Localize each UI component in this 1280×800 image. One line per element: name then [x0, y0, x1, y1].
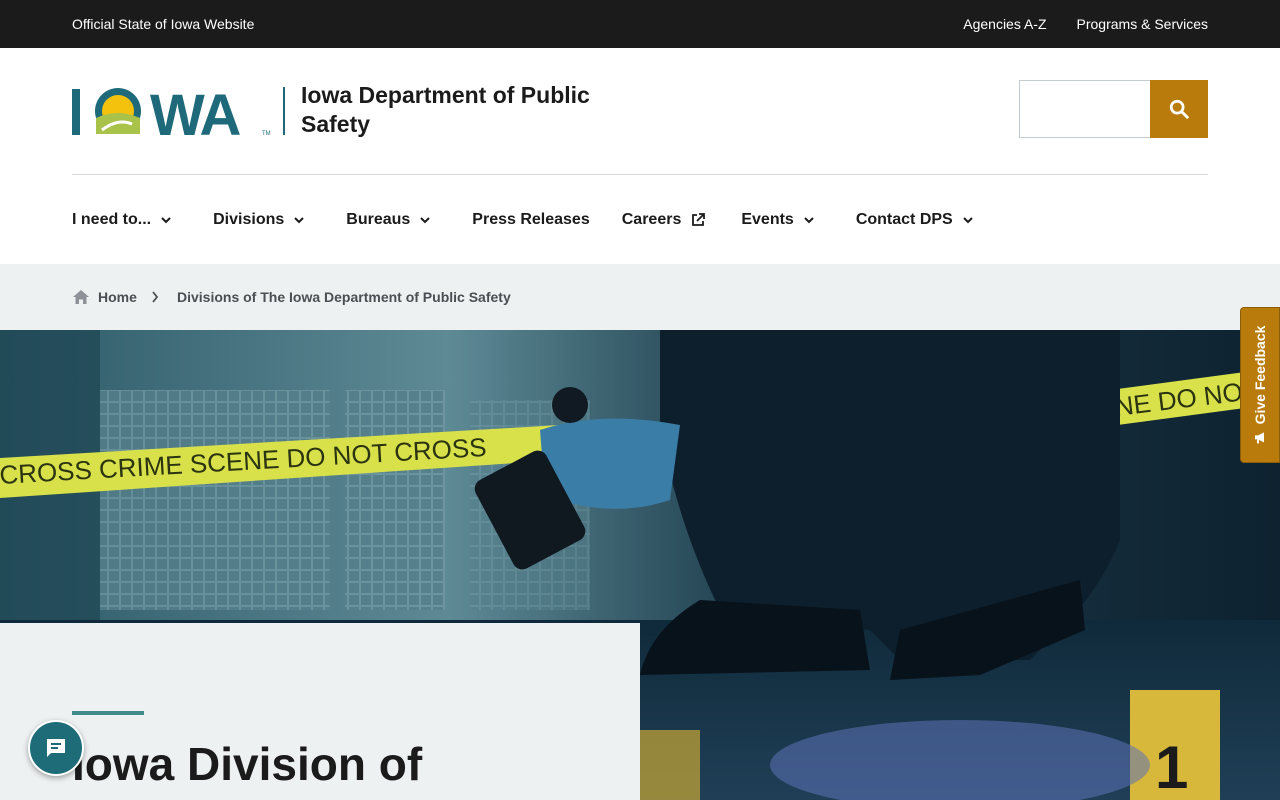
breadcrumb-current: Divisions of The Iowa Department of Publ…	[177, 289, 511, 305]
nav-item-events[interactable]: Events	[741, 211, 814, 229]
nav-item-i-need-to[interactable]: I need to...	[72, 211, 171, 229]
hero-accent-bar	[72, 711, 144, 715]
search-button[interactable]	[1150, 80, 1208, 138]
iowa-logo[interactable]: WA TM	[72, 83, 272, 148]
breadcrumb-home-link[interactable]: Home	[72, 289, 137, 305]
chat-button[interactable]	[28, 720, 84, 776]
nav-label: Divisions	[213, 211, 285, 228]
evidence-marker-number: 1	[1155, 734, 1188, 800]
chat-bubble-icon	[47, 739, 65, 757]
nav-item-contact-dps[interactable]: Contact DPS	[856, 211, 973, 229]
logo-divider	[283, 87, 285, 135]
give-feedback-label-wrap: Give Feedback	[1252, 326, 1268, 445]
nav-item-press-releases[interactable]: Press Releases	[472, 211, 589, 229]
nav-label: Bureaus	[346, 211, 411, 228]
official-site-bar: Official State of Iowa Website Agencies …	[0, 0, 1280, 48]
chevron-down-icon	[161, 216, 171, 223]
chevron-down-icon	[294, 216, 304, 223]
main-navigation: I need to... Divisions Bureaus Press Rel…	[72, 208, 973, 232]
page-title: Iowa Division of	[72, 738, 423, 790]
chevron-down-icon	[420, 216, 431, 223]
hero-title-card: Iowa Division of	[0, 623, 640, 800]
give-feedback-button[interactable]: Give Feedback	[1240, 307, 1280, 463]
megaphone-icon	[1255, 432, 1264, 444]
home-icon	[73, 290, 89, 304]
utility-links: Agencies A-Z Programs & Services	[963, 16, 1208, 32]
search-icon	[1169, 99, 1189, 119]
iowa-logo-mark: WA TM	[72, 83, 271, 148]
give-feedback-label: Give Feedback	[1252, 325, 1268, 425]
nav-label: Contact DPS	[855, 211, 953, 228]
external-link-icon	[692, 213, 706, 226]
site-header: WA TM Iowa Department of Public Safety I…	[0, 48, 1280, 264]
nav-label: Careers	[621, 211, 682, 228]
nav-label: Press Releases	[472, 211, 590, 228]
chevron-down-icon	[804, 216, 814, 223]
nav-label: I need to...	[72, 211, 152, 228]
breadcrumb: Home Divisions of The Iowa Department of…	[0, 264, 1280, 330]
header-divider	[72, 174, 1208, 175]
search-input[interactable]	[1019, 80, 1151, 138]
breadcrumb-home-label: Home	[98, 289, 137, 305]
svg-text:TM: TM	[262, 131, 271, 137]
department-title[interactable]: Iowa Department of Public Safety	[301, 81, 661, 139]
nav-item-careers[interactable]: Careers	[622, 211, 706, 229]
chevron-down-icon	[963, 216, 973, 223]
official-site-label: Official State of Iowa Website	[72, 16, 255, 32]
nav-label: Events	[741, 211, 794, 228]
svg-text:WA: WA	[150, 88, 241, 138]
nav-item-divisions[interactable]: Divisions	[213, 211, 304, 229]
nav-item-bureaus[interactable]: Bureaus	[346, 211, 431, 229]
programs-services-link[interactable]: Programs & Services	[1077, 16, 1208, 32]
chevron-right-icon	[152, 291, 159, 303]
agencies-a-z-link[interactable]: Agencies A-Z	[963, 16, 1046, 32]
